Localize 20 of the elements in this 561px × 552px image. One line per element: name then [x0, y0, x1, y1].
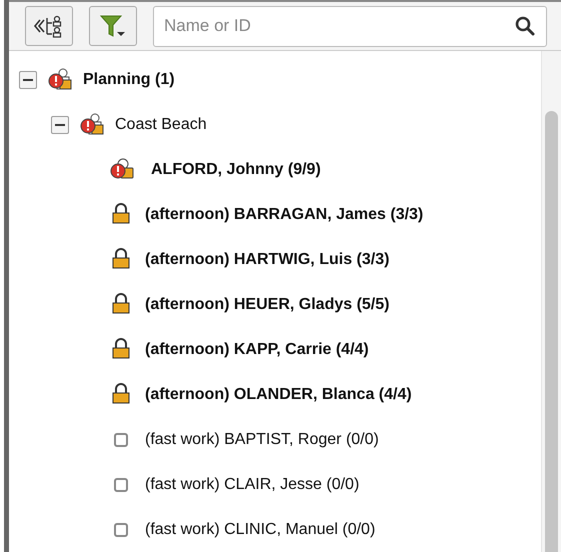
tree-item-label[interactable]: (afternoon) HEUER, Gladys (5/5) [145, 292, 390, 316]
search-field[interactable]: Name or ID [153, 6, 547, 46]
tree-item-label[interactable]: (fast work) CLINIC, Manuel (0/0) [145, 518, 376, 542]
tree-item-label[interactable]: (afternoon) HARTWIG, Luis (3/3) [145, 248, 390, 272]
tree-item-label[interactable]: (afternoon) BARRAGAN, James (3/3) [145, 202, 424, 226]
filter-icon [99, 13, 127, 39]
collapse-toggle[interactable] [19, 70, 37, 88]
tree-item-label[interactable]: (afternoon) OLANDER, Blanca (4/4) [145, 382, 412, 406]
tree-item-label[interactable]: Coast Beach [115, 112, 207, 136]
collapse-tree-button[interactable] [25, 6, 73, 46]
tree-item-label[interactable]: ALFORD, Johnny (9/9) [151, 158, 321, 182]
tree-item-label[interactable]: (fast work) BAPTIST, Roger (0/0) [145, 428, 379, 452]
tree-item-label[interactable]: (fast work) CLAIR, Jesse (0/0) [145, 472, 360, 496]
scrollbar[interactable] [541, 51, 561, 552]
collapse-toggle[interactable] [51, 116, 69, 134]
tree-item-label[interactable]: (afternoon) KAPP, Carrie (4/4) [145, 338, 369, 362]
filter-button[interactable] [89, 6, 137, 46]
tree-item-label[interactable]: Planning (1) [83, 68, 175, 92]
search-icon[interactable] [515, 16, 535, 36]
scrollbar-thumb[interactable] [545, 111, 558, 552]
